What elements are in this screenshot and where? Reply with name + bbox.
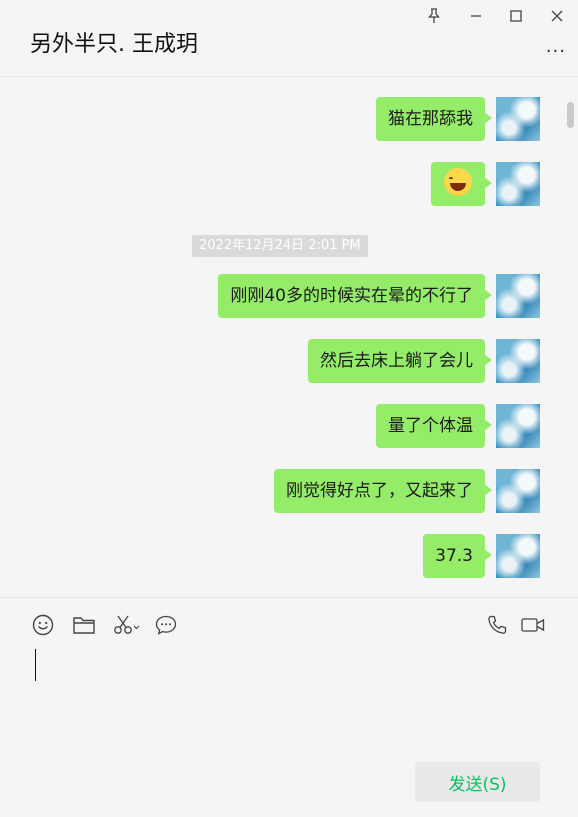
scissors-icon[interactable] [112, 613, 142, 637]
message-row: 量了个体温 [140, 404, 540, 450]
chat-title: 另外半只. 王成玥 [30, 32, 198, 57]
divider [0, 597, 578, 598]
avatar[interactable] [496, 404, 540, 448]
avatar[interactable] [496, 339, 540, 383]
scrollbar-thumb[interactable] [567, 102, 574, 128]
title-bar: 另外半只. 王成玥 ... [0, 0, 578, 77]
message-row: 37.3 [140, 534, 540, 580]
text-cursor [35, 649, 36, 681]
avatar[interactable] [496, 534, 540, 578]
send-button[interactable]: 发送(S) [415, 762, 540, 802]
pin-icon[interactable] [423, 5, 445, 27]
close-icon[interactable] [546, 5, 568, 27]
message-bubble[interactable]: 37.3 [423, 534, 492, 578]
message-bubble[interactable]: 量了个体温 [376, 404, 492, 448]
laughing-crying-emoji-icon [444, 168, 472, 196]
avatar[interactable] [496, 162, 540, 206]
avatar[interactable] [496, 97, 540, 141]
message-row: 猫在那舔我 [240, 97, 540, 143]
message-bubble[interactable] [431, 162, 492, 206]
chat-bubble-icon[interactable] [154, 613, 178, 637]
message-row: 刚觉得好点了，又起来了 [140, 469, 540, 515]
message-row: 然后去床上躺了会儿 [140, 339, 540, 385]
avatar[interactable] [496, 469, 540, 513]
chat-window: 另外半只. 王成玥 ... 猫在那舔我 2022年12月24日 2:01 PM … [0, 0, 578, 817]
avatar[interactable] [496, 274, 540, 318]
message-input[interactable] [20, 640, 560, 750]
message-row: 刚刚40多的时候实在晕的不行了 [140, 274, 540, 320]
folder-icon[interactable] [72, 613, 96, 637]
message-bubble[interactable]: 猫在那舔我 [376, 97, 492, 141]
message-bubble[interactable]: 然后去床上躺了会儿 [308, 339, 492, 383]
smiley-icon[interactable] [31, 613, 55, 637]
phone-icon[interactable] [485, 613, 509, 637]
maximize-icon[interactable] [505, 5, 527, 27]
message-bubble[interactable]: 刚觉得好点了，又起来了 [274, 469, 492, 513]
message-bubble[interactable]: 刚刚40多的时候实在晕的不行了 [218, 274, 492, 318]
video-camera-icon[interactable] [519, 613, 547, 637]
message-timestamp: 2022年12月24日 2:01 PM [192, 235, 368, 257]
message-row [240, 162, 540, 208]
message-list[interactable]: 猫在那舔我 2022年12月24日 2:01 PM 刚刚40多的时候实在晕的不行… [0, 78, 578, 596]
minimize-icon[interactable] [465, 5, 487, 27]
more-options-icon[interactable]: ... [546, 38, 566, 56]
